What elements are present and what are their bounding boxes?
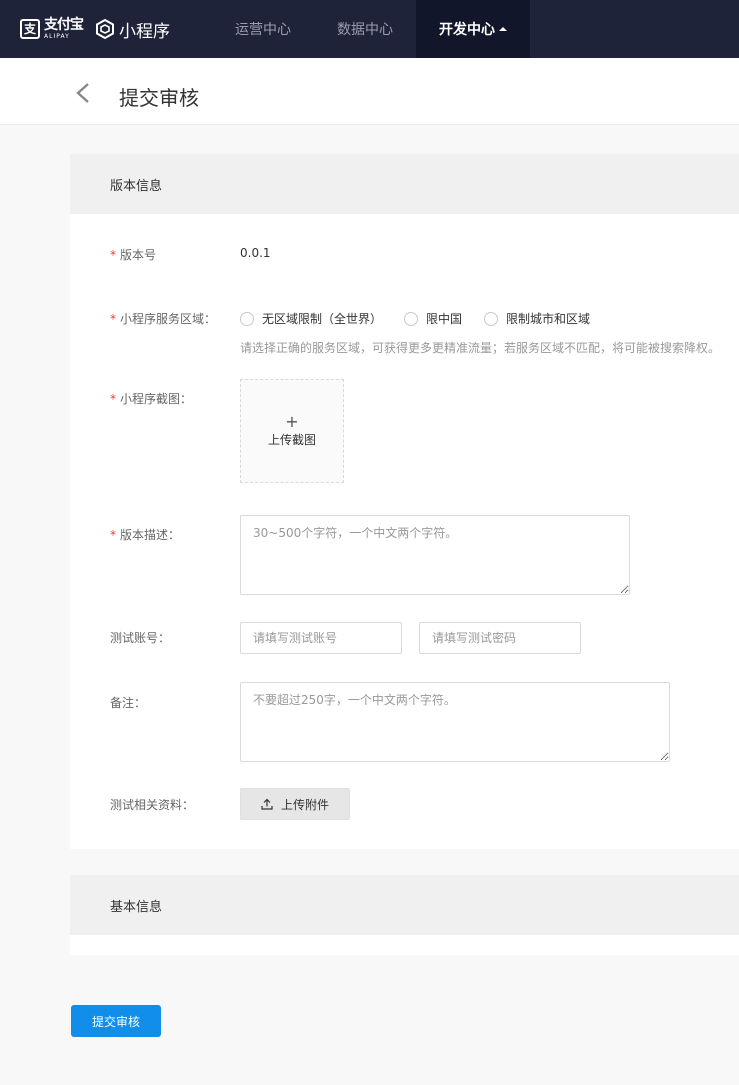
version-info-title: 版本信息 <box>70 154 739 214</box>
basic-info-card: 基本信息 <box>70 875 739 955</box>
region-option-label: 无区域限制（全世界） <box>262 312 383 326</box>
screenshot-label-row: * 小程序截图： <box>110 390 192 407</box>
version-info-card: 版本信息 * 版本号 0.0.1 * 小程序服务区域： 无区域限制（全世界） 限中国… <box>70 154 739 849</box>
nav-data-label: 数据中心 <box>337 22 393 38</box>
region-option-label: 限中国 <box>426 312 463 326</box>
alipay-en-text: ALIPAY <box>44 33 70 40</box>
attachment-label: 测试相关资料： <box>110 798 195 812</box>
remark-label: 备注： <box>110 696 147 710</box>
submit-review-button[interactable]: 提交审核 <box>71 1005 161 1037</box>
version-label: 版本号 <box>120 248 157 262</box>
required-mark: * <box>110 248 116 262</box>
radio-circle[interactable] <box>240 311 254 326</box>
product-name: 小程序 <box>119 21 170 42</box>
plus-icon: + <box>285 411 299 431</box>
remark-textarea[interactable] <box>240 682 670 762</box>
region-option-label: 限制城市和区域 <box>506 312 591 326</box>
upload-attachment-button[interactable]: 上传附件 <box>240 788 350 820</box>
region-radio-group: 无区域限制（全世界） 限中国 限制城市和区域 <box>240 310 612 327</box>
main-nav: 运营中心 数据中心 开发中心 <box>212 0 530 58</box>
description-label: 版本描述： <box>120 528 181 542</box>
region-radio-china[interactable]: 限中国 <box>404 310 462 327</box>
alipay-cn-text: 支付宝 <box>44 17 84 33</box>
alipay-icon: 支 <box>20 19 40 39</box>
screenshot-upload-box[interactable]: + 上传截图 <box>240 379 344 483</box>
page-title: 提交审核 <box>119 86 199 110</box>
screenshot-upload-label: 上传截图 <box>267 432 316 447</box>
test-password-input[interactable] <box>419 622 581 654</box>
radio-circle[interactable] <box>404 311 419 326</box>
version-value: 0.0.1 <box>240 246 271 260</box>
required-mark: * <box>110 392 116 406</box>
nav-operations[interactable]: 运营中心 <box>212 0 314 58</box>
description-label-row: * 版本描述： <box>110 526 180 543</box>
nav-operations-label: 运营中心 <box>235 22 291 38</box>
description-textarea[interactable] <box>240 515 630 595</box>
caret-up-icon <box>499 27 507 31</box>
brand-logo[interactable]: 支 支付宝 ALIPAY 小程序 <box>20 16 170 42</box>
upload-icon <box>261 798 273 810</box>
page-header: 提交审核 <box>0 58 739 125</box>
back-arrow-icon[interactable] <box>72 82 94 104</box>
required-mark: * <box>110 528 116 542</box>
region-label-row: * 小程序服务区域： <box>110 310 216 327</box>
version-label-row: * 版本号 <box>110 246 156 263</box>
mini-program-icon <box>96 19 114 39</box>
alipay-wordmark: 支付宝 ALIPAY <box>44 17 84 40</box>
region-hint: 请选择正确的服务区域，可获得更多更精准流量；若服务区域不匹配，将可能被搜索降权。 <box>240 341 721 355</box>
region-radio-city[interactable]: 限制城市和区域 <box>484 310 590 327</box>
nav-development-label: 开发中心 <box>439 22 495 38</box>
nav-development[interactable]: 开发中心 <box>416 0 530 58</box>
region-radio-worldwide[interactable]: 无区域限制（全世界） <box>240 310 382 327</box>
test-account-input[interactable] <box>240 622 402 654</box>
required-mark: * <box>110 312 116 326</box>
radio-circle[interactable] <box>484 311 499 326</box>
upload-attachment-label: 上传附件 <box>280 797 329 812</box>
nav-data[interactable]: 数据中心 <box>314 0 416 58</box>
test-account-label: 测试账号： <box>110 631 171 645</box>
top-nav-bar: 支 支付宝 ALIPAY 小程序 运营中心 数据中心 开发中心 <box>0 0 739 58</box>
basic-info-title: 基本信息 <box>70 875 739 935</box>
region-label: 小程序服务区域： <box>120 312 217 326</box>
screenshot-label: 小程序截图： <box>120 392 193 406</box>
